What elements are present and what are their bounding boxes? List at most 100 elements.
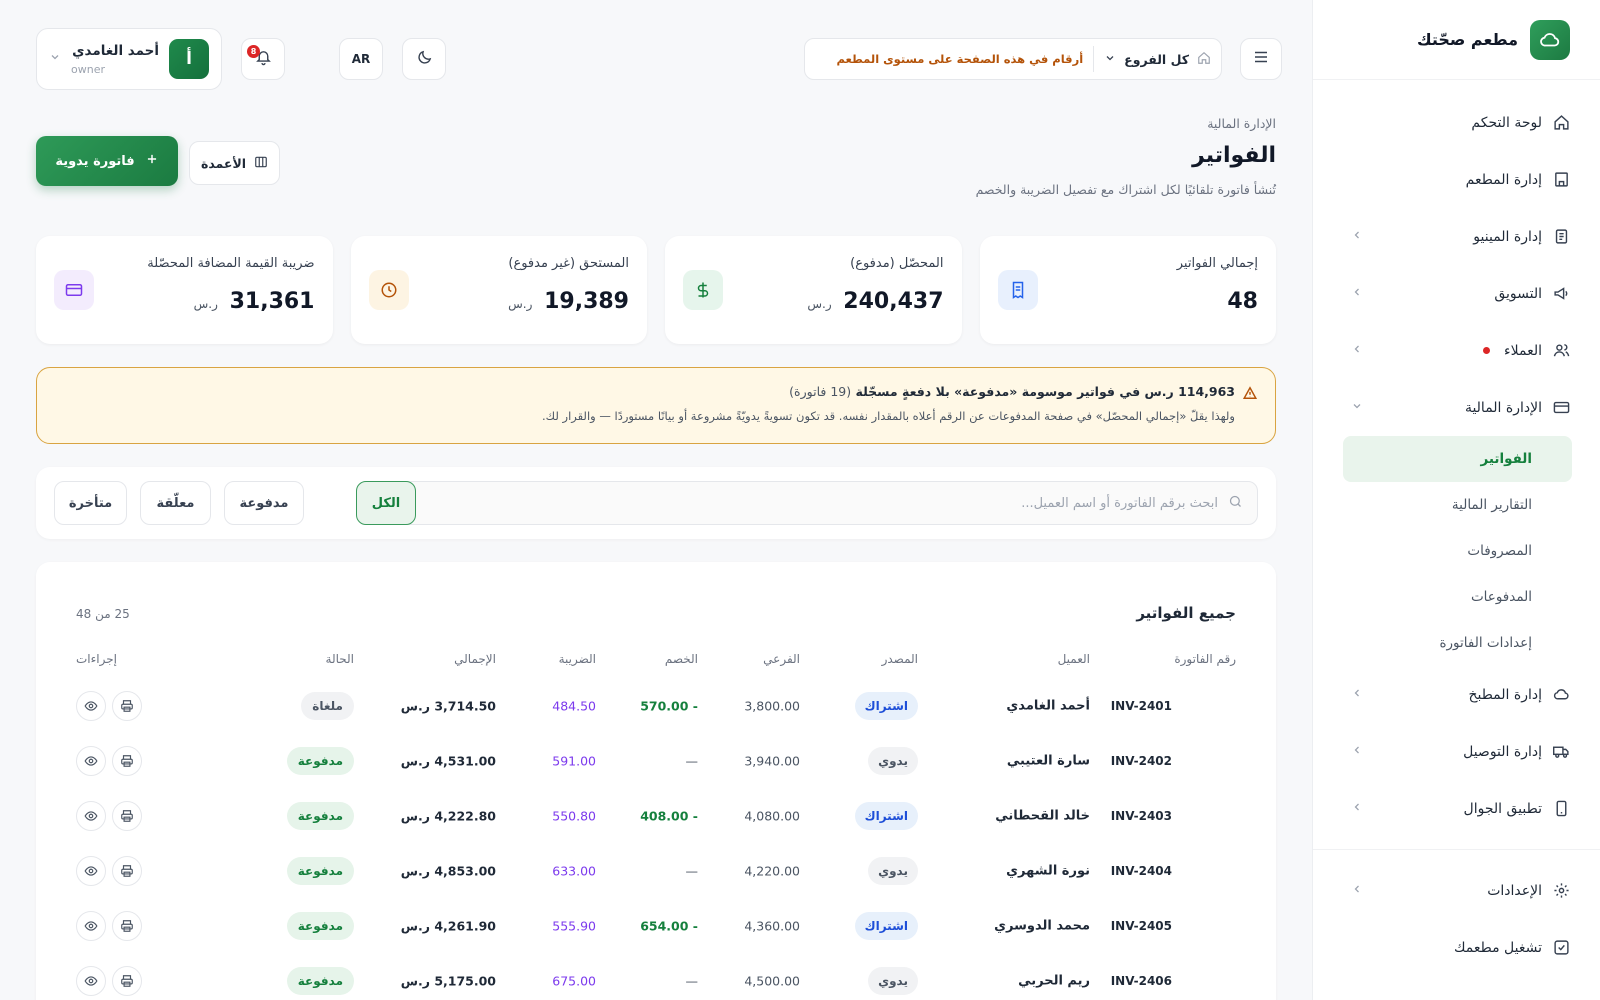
view-button[interactable] xyxy=(76,691,106,721)
subtotal-value: 4,080.00 xyxy=(744,808,800,824)
brand-name: مطعم صحّتك xyxy=(1416,30,1518,49)
filter-chip-pending[interactable]: معلّقة xyxy=(140,481,211,525)
warning-icon xyxy=(1242,386,1258,404)
col-header-total[interactable]: الإجمالي xyxy=(454,652,496,666)
truck-icon xyxy=(1552,743,1570,761)
view-button[interactable] xyxy=(76,801,106,831)
sidebar-item-customers[interactable]: العملاء xyxy=(1313,322,1600,379)
col-header-invoice[interactable]: رقم الفاتورة xyxy=(1174,652,1236,666)
users-icon xyxy=(1552,342,1570,360)
tax-value: 633.00 xyxy=(552,863,596,879)
eye-icon xyxy=(84,756,98,766)
customer-name: نورة الشهري xyxy=(1006,863,1090,879)
customer-name: أحمد الغامدي xyxy=(1006,698,1090,714)
sidebar-item-run-restaurant[interactable]: تشغيل مطعمك xyxy=(1313,919,1600,976)
table-row[interactable]: INV-2405 محمد الدوسري اشتراك 4,360.00 - 654.… xyxy=(36,899,1276,953)
columns-button[interactable]: الأعمدة xyxy=(189,141,280,185)
invoice-number[interactable]: INV-2402 xyxy=(1111,754,1172,768)
col-header-source[interactable]: المصدر xyxy=(882,652,918,666)
new-manual-invoice-button[interactable]: فاتورة يدوية xyxy=(36,136,178,186)
table-row[interactable]: INV-2402 سارة العتيبي يدوي 3,940.00 — 591.00 4… xyxy=(36,734,1276,788)
table-row[interactable]: INV-2404 نورة الشهري يدوي 4,220.00 — 633.00 4,… xyxy=(36,844,1276,898)
col-header-status[interactable]: الحالة xyxy=(326,652,354,666)
print-button[interactable] xyxy=(112,691,142,721)
sidebar-item-label: تشغيل مطعمك xyxy=(1453,939,1542,956)
total-value: 4,261.90 ر.س xyxy=(400,918,496,934)
warning-text: 114,963 ر.س في فواتير موسومة «مدفوعة» بل… xyxy=(855,384,1235,399)
subtotal-value: 4,360.00 xyxy=(744,918,800,934)
search-input[interactable]: ابحث برقم الفاتورة أو اسم العميل... xyxy=(1021,496,1218,511)
print-button[interactable] xyxy=(112,801,142,831)
invoice-number[interactable]: INV-2403 xyxy=(1111,809,1172,823)
stat-label: ضريبة القيمة المضافة المحصّلة xyxy=(147,256,315,271)
view-button[interactable] xyxy=(76,966,106,996)
user-role: owner xyxy=(71,62,105,76)
print-button[interactable] xyxy=(112,911,142,941)
brand[interactable]: مطعم صحّتك xyxy=(1313,0,1600,80)
tax-value: 591.00 xyxy=(552,753,596,769)
sidebar-item-label: الإعدادات xyxy=(1487,882,1542,899)
invoice-number[interactable]: INV-2405 xyxy=(1111,919,1172,933)
scope-hint: أرقام في هذه الصفحة على مستوى المطعم xyxy=(836,52,1084,66)
printer-icon xyxy=(121,865,133,877)
chevron-left-icon xyxy=(1351,687,1363,703)
tax-value: 555.90 xyxy=(552,918,596,934)
sidebar-item-mobile-app[interactable]: تطبيق الجوال xyxy=(1313,780,1600,837)
source-badge: اشتراك xyxy=(854,692,918,720)
table-row[interactable]: INV-2403 خالد القحطاني اشتراك 4,080.00 - 408… xyxy=(36,789,1276,843)
chevron-left-icon xyxy=(1351,286,1363,302)
sidebar-item-kitchen[interactable]: إدارة المطبخ xyxy=(1313,666,1600,723)
view-button[interactable] xyxy=(76,856,106,886)
print-button[interactable] xyxy=(112,966,142,996)
table-row[interactable]: INV-2401 أحمد الغامدي اشتراك 3,800.00 - 570.… xyxy=(36,679,1276,733)
submenu-item-invoices[interactable]: الفواتير xyxy=(1343,436,1572,482)
sidebar-item-marketing[interactable]: التسويق xyxy=(1313,265,1600,322)
sidebar-item-menu[interactable]: إدارة المينيو xyxy=(1313,208,1600,265)
stat-number: 48 xyxy=(1227,289,1258,314)
notifications-button[interactable]: 8 xyxy=(241,38,285,80)
source-badge: اشتراك xyxy=(854,912,918,940)
table-row[interactable]: INV-2406 ريم الحربي يدوي 4,500.00 — 675.00 5,1… xyxy=(36,954,1276,1000)
branch-selector[interactable]: كل الفروع أرقام في هذه الصفحة على مستوى … xyxy=(804,38,1222,80)
user-name: أحمد الغامدي xyxy=(72,42,159,59)
invoice-number[interactable]: INV-2401 xyxy=(1111,699,1172,713)
view-button[interactable] xyxy=(76,911,106,941)
menu-toggle-button[interactable] xyxy=(1240,38,1282,80)
user-menu[interactable]: أ أحمد الغامدي owner xyxy=(36,28,222,90)
invoice-number[interactable]: INV-2404 xyxy=(1111,864,1172,878)
col-header-tax[interactable]: الضريبة xyxy=(559,652,596,666)
hamburger-icon xyxy=(1252,48,1270,70)
sidebar-item-delivery[interactable]: إدارة التوصيل xyxy=(1313,723,1600,780)
row-actions xyxy=(76,691,142,721)
print-button[interactable] xyxy=(112,746,142,776)
sidebar-item-label: الإدارة المالية xyxy=(1464,399,1542,416)
chevron-left-icon xyxy=(1351,801,1363,817)
sidebar-item-restaurant[interactable]: إدارة المطعم xyxy=(1313,151,1600,208)
stat-label: إجمالي الفواتير xyxy=(1176,256,1258,271)
submenu-item-invoice-settings[interactable]: إعدادات الفاتورة xyxy=(1343,620,1572,666)
language-button[interactable]: AR xyxy=(339,38,383,80)
print-button[interactable] xyxy=(112,856,142,886)
theme-toggle-button[interactable] xyxy=(402,38,446,80)
tax-value: 484.50 xyxy=(552,698,596,714)
col-header-subtotal[interactable]: الفرعي xyxy=(763,652,800,666)
submenu-item-payments[interactable]: المدفوعات xyxy=(1343,574,1572,620)
sidebar-item-settings[interactable]: الإعدادات xyxy=(1313,862,1600,919)
search-box[interactable]: ابحث برقم الفاتورة أو اسم العميل... xyxy=(392,481,1258,525)
filter-chip-paid[interactable]: مدفوعة xyxy=(224,481,304,525)
filter-chip-all[interactable]: الكل xyxy=(356,481,416,525)
submenu-item-reports[interactable]: التقارير المالية xyxy=(1343,482,1572,528)
filter-chip-overdue[interactable]: متأخرة xyxy=(54,481,127,525)
invoices-table: جميع الفواتير 25 من 48 رقم الفاتورة العم… xyxy=(36,562,1276,1000)
store-icon xyxy=(1197,51,1211,68)
view-button[interactable] xyxy=(76,746,106,776)
user-info: أحمد الغامدي owner xyxy=(71,43,159,76)
col-header-customer[interactable]: العميل xyxy=(1058,652,1090,666)
sidebar-item-finance[interactable]: الإدارة المالية xyxy=(1313,379,1600,436)
invoice-number[interactable]: INV-2406 xyxy=(1111,974,1172,988)
submenu-item-expenses[interactable]: المصروفات xyxy=(1343,528,1572,574)
breadcrumb[interactable]: الإدارة المالية xyxy=(36,116,1276,131)
col-header-discount[interactable]: الخصم xyxy=(665,652,698,666)
sidebar-item-dashboard[interactable]: لوحة التحكم xyxy=(1313,94,1600,151)
tax-value: 550.80 xyxy=(552,808,596,824)
